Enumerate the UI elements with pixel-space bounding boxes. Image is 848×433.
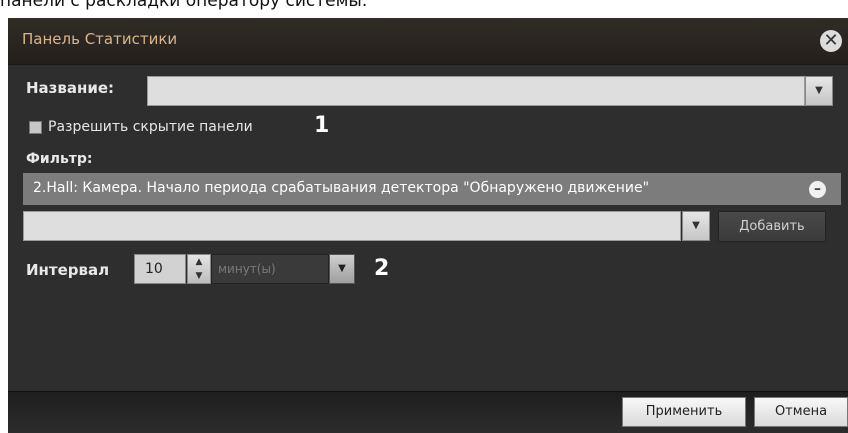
interval-unit-select[interactable]: минут(ы) <box>211 254 329 284</box>
marker-2: 2 <box>374 256 390 281</box>
interval-value-input[interactable]: 10 <box>134 254 186 284</box>
caption-fragment: панели с раскладки оператору системы. <box>0 0 368 11</box>
marker-1: 1 <box>314 113 330 138</box>
dialog-footer: Применить Отмена <box>8 391 848 433</box>
interval-spinner[interactable]: ▲ ▼ <box>187 254 211 284</box>
dialog-titlebar: Панель Статистики ✕ <box>8 18 848 65</box>
filter-dropdown-button[interactable]: ▼ <box>682 211 710 241</box>
remove-filter-icon[interactable]: – <box>809 181 826 198</box>
chevron-down-icon: ▼ <box>338 263 346 274</box>
apply-button[interactable]: Применить <box>622 397 746 427</box>
hide-panel-checkbox[interactable] <box>29 121 42 134</box>
filter-item-row[interactable]: 2.Hall: Камера. Начало периода срабатыва… <box>23 173 841 205</box>
interval-label: Интервал <box>26 261 110 279</box>
name-label: Название: <box>26 79 115 97</box>
add-filter-button[interactable]: Добавить <box>718 211 826 242</box>
dialog-title: Панель Статистики <box>22 30 178 48</box>
name-input[interactable] <box>147 76 805 106</box>
chevron-down-icon: ▼ <box>692 220 700 231</box>
filter-item-text: 2.Hall: Камера. Начало периода срабатыва… <box>33 180 650 196</box>
hide-panel-label: Разрешить скрытие панели <box>48 119 253 135</box>
filter-label: Фильтр: <box>26 151 93 167</box>
interval-unit-dropdown-button[interactable]: ▼ <box>329 254 355 284</box>
triangle-up-icon[interactable]: ▲ <box>188 255 210 269</box>
cancel-button[interactable]: Отмена <box>754 397 848 427</box>
chevron-down-icon: ▼ <box>815 85 823 96</box>
triangle-down-icon[interactable]: ▼ <box>188 269 210 283</box>
name-dropdown-button[interactable]: ▼ <box>805 76 833 106</box>
statistics-panel-dialog: Панель Статистики ✕ Название: ▼ Разрешит… <box>8 18 848 433</box>
filter-new-input[interactable] <box>23 211 681 241</box>
close-icon[interactable]: ✕ <box>820 30 842 52</box>
